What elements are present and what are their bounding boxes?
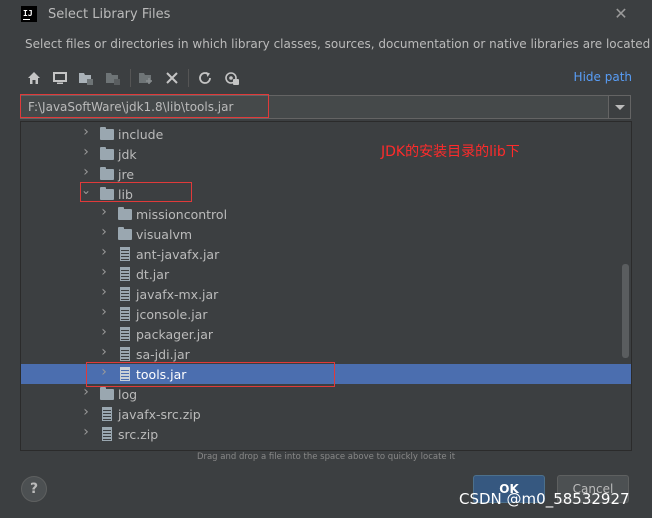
folder-icon [100, 147, 114, 160]
tree-item-label: ant-javafx.jar [136, 247, 220, 262]
archive-icon [120, 287, 130, 301]
drag-drop-hint: Drag and drop a file into the space abov… [196, 452, 456, 462]
file-chooser-toolbar: Hide path [20, 64, 632, 92]
chevron-right-icon[interactable]: › [99, 265, 109, 279]
chevron-right-icon[interactable]: › [99, 325, 109, 339]
dialog-description: Select files or directories in which lib… [25, 37, 651, 51]
chevron-right-icon[interactable]: › [99, 205, 109, 219]
tree-item-label: sa-jdi.jar [136, 347, 190, 362]
help-button[interactable]: ? [21, 476, 47, 502]
tree-file-row[interactable]: › javafx-mx.jar [21, 284, 631, 304]
archive-icon [102, 427, 112, 441]
home-icon[interactable] [26, 70, 42, 86]
archive-icon [120, 327, 130, 341]
title-bar: IJ Select Library Files ✕ [0, 0, 652, 30]
archive-icon [120, 347, 130, 361]
archive-icon [120, 267, 130, 281]
show-hidden-icon[interactable] [224, 70, 240, 86]
folder-icon [118, 227, 132, 240]
refresh-icon[interactable] [197, 70, 213, 86]
annotation-box-tools-jar [86, 362, 335, 387]
tree-item-label: jdk [118, 147, 137, 162]
tree-item-label: missioncontrol [136, 207, 228, 222]
chevron-right-icon[interactable]: › [81, 405, 91, 419]
module-folder-icon[interactable] [105, 70, 121, 86]
chevron-down-icon[interactable] [608, 96, 630, 118]
folder-icon [100, 167, 114, 180]
tree-folder-row[interactable]: › jre [21, 164, 631, 184]
dialog-title: Select Library Files [48, 7, 171, 22]
tree-folder-row[interactable]: › log [21, 384, 631, 404]
new-folder-icon[interactable] [138, 70, 154, 86]
tree-item-label: javafx-src.zip [118, 407, 201, 422]
tree-item-label: visualvm [136, 227, 193, 242]
tree-item-label: include [118, 127, 164, 142]
tree-item-label: src.zip [118, 427, 159, 442]
chevron-right-icon[interactable]: › [99, 225, 109, 239]
folder-icon [100, 387, 114, 400]
tree-file-row[interactable]: › src.zip [21, 424, 631, 444]
tree-item-label: javafx-mx.jar [136, 287, 219, 302]
project-folder-icon[interactable] [78, 70, 94, 86]
tree-file-row[interactable]: › sa-jdi.jar [21, 344, 631, 364]
watermark: CSDN @m0_58532927 [459, 490, 630, 508]
toolbar-separator [188, 69, 189, 87]
chevron-right-icon[interactable]: › [81, 125, 91, 139]
tree-file-row[interactable]: › packager.jar [21, 324, 631, 344]
chevron-right-icon[interactable]: › [81, 145, 91, 159]
tree-item-label: packager.jar [136, 327, 214, 342]
tree-folder-row[interactable]: › missioncontrol [21, 204, 631, 224]
close-icon[interactable]: ✕ [612, 5, 630, 23]
tree-item-label: log [118, 387, 138, 402]
chevron-right-icon[interactable]: › [81, 385, 91, 399]
tree-item-label: jconsole.jar [136, 307, 208, 322]
annotation-box-lib [80, 182, 192, 202]
tree-file-row[interactable]: › dt.jar [21, 264, 631, 284]
tree-folder-row[interactable]: › include [21, 124, 631, 144]
folder-icon [118, 207, 132, 220]
archive-icon [120, 247, 130, 261]
tree-item-label: jre [118, 167, 135, 182]
delete-icon[interactable] [164, 70, 180, 86]
archive-icon [102, 407, 112, 421]
tree-file-row[interactable]: › jconsole.jar [21, 304, 631, 324]
tree-folder-row[interactable]: › jdk [21, 144, 631, 164]
folder-icon [100, 127, 114, 140]
file-tree[interactable]: › include › jdk › jre ⌄ lib › missioncontrol › visu… [20, 121, 632, 451]
tree-file-row[interactable]: › javafx-src.zip [21, 404, 631, 424]
archive-icon [120, 307, 130, 321]
chevron-right-icon[interactable]: › [81, 165, 91, 179]
chevron-right-icon[interactable]: › [99, 285, 109, 299]
intellij-logo-icon: IJ [21, 6, 37, 22]
toolbar-separator [130, 69, 131, 87]
annotation-text: JDK的安装目录的lib下 [381, 144, 520, 160]
tree-item-label: dt.jar [136, 267, 170, 282]
hide-path-link[interactable]: Hide path [574, 70, 632, 84]
chevron-right-icon[interactable]: › [81, 425, 91, 439]
annotation-box-path [20, 94, 269, 118]
tree-file-row[interactable]: › ant-javafx.jar [21, 244, 631, 264]
tree-folder-row[interactable]: › visualvm [21, 224, 631, 244]
chevron-right-icon[interactable]: › [99, 345, 109, 359]
desktop-icon[interactable] [52, 70, 68, 86]
chevron-right-icon[interactable]: › [99, 305, 109, 319]
chevron-right-icon[interactable]: › [99, 245, 109, 259]
